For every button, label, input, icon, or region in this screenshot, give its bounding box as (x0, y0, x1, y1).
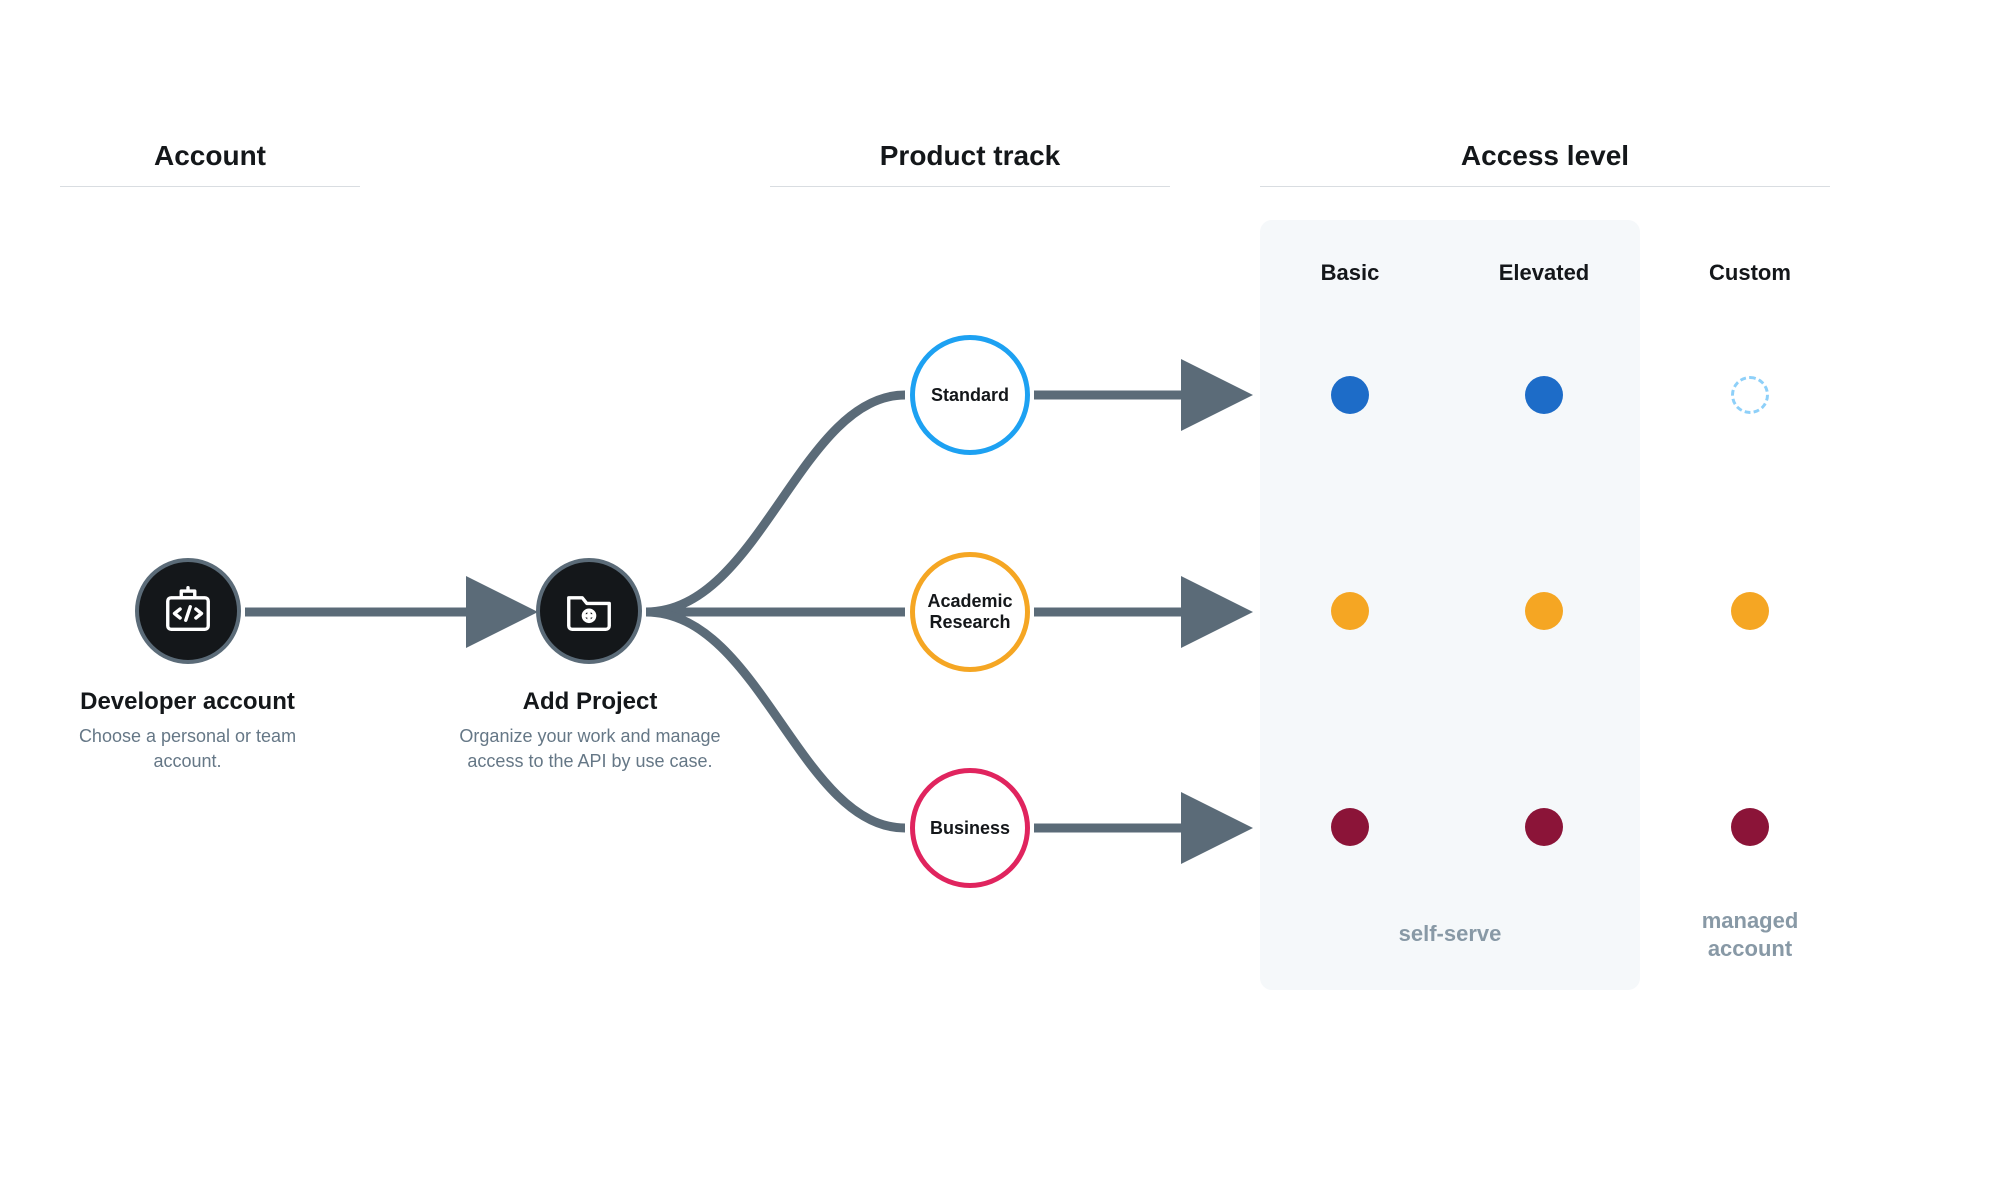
track-standard-label: Standard (931, 385, 1009, 406)
track-business-label: Business (930, 818, 1010, 839)
add-project-node (536, 558, 642, 664)
add-project-caption: Add Project Organize your work and manag… (450, 688, 730, 774)
add-project-title: Add Project (450, 688, 730, 716)
track-academic-label: Academic Research (921, 591, 1019, 632)
dot-academic-custom (1731, 592, 1769, 630)
add-project-desc: Organize your work and manage access to … (450, 724, 730, 774)
developer-account-desc: Choose a personal or team account. (50, 724, 325, 774)
dot-standard-custom-optional (1731, 376, 1769, 414)
dot-academic-basic (1331, 592, 1369, 630)
developer-account-node (135, 558, 241, 664)
footer-self-serve: self-serve (1260, 920, 1640, 948)
track-standard-node: Standard (910, 335, 1030, 455)
column-header-access-level: Access level (1260, 140, 1830, 187)
column-header-account: Account (60, 140, 360, 187)
code-tag-icon (161, 582, 215, 641)
column-header-product-track: Product track (770, 140, 1170, 187)
self-serve-group-box (1260, 220, 1640, 990)
access-header-elevated: Elevated (1484, 260, 1604, 286)
footer-managed-account: managed account (1670, 907, 1830, 962)
dot-standard-elevated (1525, 376, 1563, 414)
dot-standard-basic (1331, 376, 1369, 414)
flow-diagram: Account Product track Access level (0, 0, 1992, 1200)
access-header-custom: Custom (1690, 260, 1810, 286)
access-header-basic: Basic (1290, 260, 1410, 286)
dot-academic-elevated (1525, 592, 1563, 630)
dot-business-basic (1331, 808, 1369, 846)
folder-plus-icon (562, 582, 616, 641)
track-academic-node: Academic Research (910, 552, 1030, 672)
developer-account-title: Developer account (50, 688, 325, 716)
track-business-node: Business (910, 768, 1030, 888)
dot-business-elevated (1525, 808, 1563, 846)
developer-account-caption: Developer account Choose a personal or t… (50, 688, 325, 774)
dot-business-custom (1731, 808, 1769, 846)
